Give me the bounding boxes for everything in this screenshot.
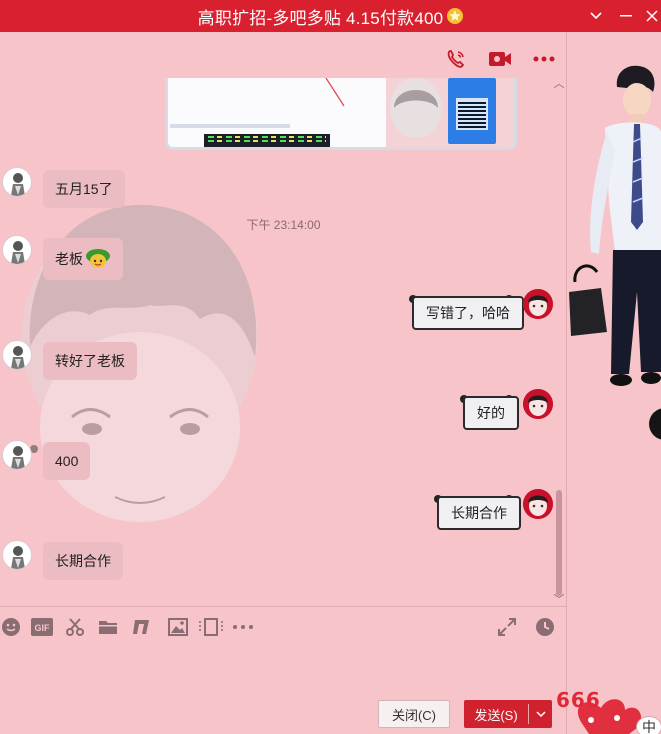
message-input[interactable] [0,644,566,694]
send-button-label: 发送(S) [474,707,518,723]
message-text: 写错了，哈哈 [426,305,510,321]
ime-indicator[interactable]: 中 [636,716,661,734]
message-bubble[interactable]: 好的 [463,396,519,430]
dropdown-icon[interactable] [584,4,608,28]
folder-icon[interactable] [96,614,120,640]
my-avatar[interactable] [523,489,553,519]
contact-avatar[interactable] [2,167,32,197]
scroll-up-arrow[interactable]: ︿ [553,78,565,90]
contact-avatar[interactable] [2,440,32,470]
gif-icon[interactable]: GIF [30,614,54,640]
input-toolbar: GIF [0,614,566,642]
expand-icon[interactable] [495,614,519,640]
send-options-chevron-icon[interactable] [529,709,552,720]
close-button-label: 关闭(C) [391,707,437,723]
toolbar-divider [0,606,566,607]
chat-header-actions [443,46,557,72]
history-clock-icon[interactable] [533,614,557,640]
badge-666: 666 [556,688,601,712]
contact-avatar[interactable] [2,540,32,570]
close-button[interactable]: 关闭(C) [378,700,450,728]
my-avatar[interactable] [523,389,553,419]
message-text: 长期合作 [451,505,507,521]
message-text: 五月15了 [55,181,113,197]
message-text: 长期合作 [55,553,111,569]
character-avatar-illustration [569,65,661,734]
minimize-button[interactable] [614,4,638,28]
screen-record-icon[interactable] [198,614,224,640]
window-title: 高职扩招-多吧多贴 4.15付款400 [197,8,444,28]
more-options-icon[interactable] [531,46,557,72]
qr-promo-thumbnail [386,78,514,147]
title-bar: 高职扩招-多吧多贴 4.15付款400 [0,0,661,32]
my-avatar[interactable] [523,289,553,319]
money-bag-emoji-icon [85,247,111,272]
scrollbar-thumb[interactable] [556,490,562,596]
contact-avatar[interactable] [2,340,32,370]
message-bubble[interactable]: 400 [43,442,91,480]
close-window-button[interactable] [640,4,661,28]
image-icon[interactable] [166,614,190,640]
video-call-icon[interactable] [487,46,513,72]
message-timestamp: 下午 23:14:00 [246,218,321,232]
message-bubble[interactable]: 长期合作 [43,542,123,580]
star-icon [447,8,464,24]
contact-show-panel [567,32,661,734]
contact-avatar[interactable] [2,235,32,265]
message-text: 400 [55,453,79,469]
send-button[interactable]: 发送(S) [464,700,552,728]
more-tools-icon[interactable] [231,614,255,640]
message-bubble[interactable]: 老板 [43,238,123,280]
phone-call-icon[interactable] [443,46,469,72]
message-bubble[interactable]: 五月15了 [43,170,125,208]
message-text: 转好了老板 [55,353,125,369]
scissors-icon[interactable] [63,614,87,640]
screenshot-thumbnail [168,78,386,147]
image-message[interactable] [165,78,517,150]
message-text: 老板 [55,251,83,267]
message-bubble[interactable]: 转好了老板 [43,342,137,380]
emoji-icon[interactable] [0,614,22,640]
message-bubble[interactable]: 写错了，哈哈 [412,296,524,330]
message-text: 好的 [477,405,505,421]
scroll-down-arrow[interactable]: ﹀ [553,594,565,606]
music-icon[interactable] [130,614,154,640]
svg-text:GIF: GIF [35,623,51,633]
message-bubble[interactable]: 长期合作 [437,496,521,530]
